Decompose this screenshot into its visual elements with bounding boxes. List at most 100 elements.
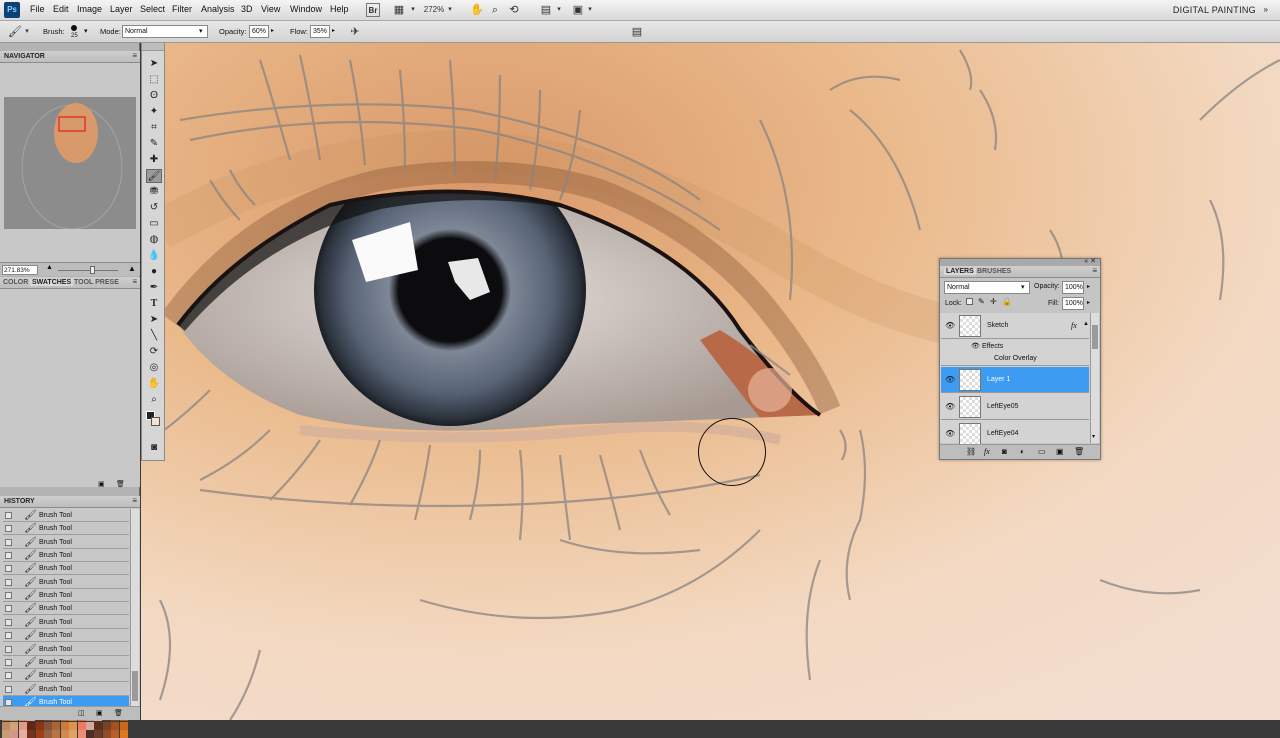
swatch[interactable] (52, 730, 61, 738)
hand-icon[interactable]: ✋ (470, 3, 484, 17)
eye-icon[interactable]: 👁 (945, 375, 955, 384)
snapshot-checkbox[interactable] (5, 512, 12, 519)
tab-layers[interactable]: LAYERS (944, 268, 976, 275)
layer-row-lefteye05[interactable]: 👁 LeftEye05 (941, 394, 1089, 420)
swatch[interactable] (111, 721, 120, 730)
swatch[interactable] (119, 721, 128, 730)
swatch[interactable] (102, 721, 111, 730)
history-item[interactable]: 🖌 Brush Tool (3, 549, 129, 562)
scrollbar-thumb[interactable] (1092, 325, 1098, 349)
new-swatch-icon[interactable]: ▣ (98, 480, 105, 488)
chevron-right-icon[interactable]: ▸ (332, 27, 335, 34)
swatch[interactable] (2, 721, 10, 730)
history-item[interactable]: 🖌 Brush Tool (3, 509, 129, 522)
workspace-switcher[interactable]: DIGITAL PAINTING (1173, 5, 1256, 15)
mode-select[interactable]: Normal (122, 25, 208, 38)
lock-pixels-icon[interactable]: ✎ (978, 297, 985, 306)
line-tool-icon[interactable]: ╲ (146, 329, 162, 343)
new-layer-icon[interactable]: ▣ (1056, 447, 1064, 456)
history-item[interactable]: 🖌 Brush Tool (3, 643, 129, 656)
eye-icon[interactable]: 👁 (945, 402, 955, 411)
snapshot-checkbox[interactable] (5, 539, 12, 546)
eye-icon[interactable]: 👁 (945, 429, 955, 438)
eye-icon[interactable]: 👁 (945, 321, 955, 330)
history-item[interactable]: 🖌 Brush Tool (3, 696, 129, 706)
panel-menu-icon[interactable]: ≡ (132, 496, 137, 505)
snapshot-checkbox[interactable] (5, 646, 12, 653)
clone-stamp-tool-icon[interactable]: ⛃ (146, 185, 162, 199)
swatch[interactable] (10, 721, 19, 730)
blend-mode-select[interactable]: Normal (944, 281, 1030, 294)
navigator-zoom-field[interactable]: 271.83% (2, 265, 38, 275)
color-overlay-row[interactable]: Color Overlay (941, 353, 1089, 366)
chevron-right-icon[interactable]: ▸ (271, 27, 274, 34)
swatch[interactable] (69, 730, 78, 738)
layer-row-sketch[interactable]: 👁 Sketch fx ▲ (941, 313, 1089, 339)
opacity-field[interactable]: 60% (249, 25, 269, 38)
history-item[interactable]: 🖌 Brush Tool (3, 576, 129, 589)
brush-panel-icon[interactable]: ▤ (630, 25, 644, 39)
history-item[interactable]: 🖌 Brush Tool (3, 522, 129, 535)
history-item[interactable]: 🖌 Brush Tool (3, 629, 129, 642)
swatch[interactable] (119, 730, 128, 738)
fill-field[interactable]: 100% (1062, 297, 1084, 310)
blur-tool-icon[interactable]: 💧 (146, 249, 162, 263)
layer-row-layer-1[interactable]: 👁 Layer 1 (941, 367, 1089, 393)
brush-preview[interactable] (71, 25, 77, 31)
swatch[interactable] (44, 721, 52, 730)
swatch[interactable] (86, 730, 94, 738)
chevron-right-icon[interactable]: ▸ (1087, 283, 1090, 290)
menu-image[interactable]: Image (77, 4, 102, 14)
collapse-icon[interactable]: « ✕ (1084, 257, 1096, 265)
navigator-preview[interactable] (4, 97, 136, 229)
chevron-down-icon[interactable]: ▾ (1092, 433, 1095, 440)
swatch[interactable] (35, 730, 44, 738)
swatch[interactable] (86, 721, 94, 730)
eraser-tool-icon[interactable]: ▭ (146, 217, 162, 231)
tab-swatches[interactable]: SWATCHES (30, 279, 74, 286)
type-tool-icon[interactable]: T (146, 297, 162, 311)
tools-panel-header[interactable] (142, 43, 164, 51)
scrollbar-thumb[interactable] (132, 671, 138, 701)
swatch[interactable] (77, 721, 86, 730)
pen-tool-icon[interactable]: ✒ (146, 281, 162, 295)
menu-edit[interactable]: Edit (53, 4, 69, 14)
document-canvas[interactable] (141, 43, 1280, 720)
menu-help[interactable]: Help (330, 4, 349, 14)
swatch[interactable] (44, 730, 52, 738)
panel-menu-icon[interactable]: ≡ (132, 277, 137, 286)
history-item[interactable]: 🖌 Brush Tool (3, 616, 129, 629)
chevron-down-icon[interactable]: ▾ (587, 3, 593, 17)
3d-rotate-tool-icon[interactable]: ⟳ (146, 345, 162, 359)
quick-mask-icon[interactable]: ◙ (146, 441, 162, 455)
tab-brushes[interactable]: BRUSHES (977, 268, 1011, 275)
snapshot-checkbox[interactable] (5, 672, 12, 679)
rotate-icon[interactable]: ⟲ (507, 3, 521, 17)
chevron-down-icon[interactable]: ▾ (447, 3, 453, 17)
bridge-icon[interactable]: Br (366, 3, 380, 17)
menu-analysis[interactable]: Analysis (201, 4, 235, 14)
chevron-down-icon[interactable]: ▾ (199, 27, 203, 35)
chevron-down-icon[interactable]: ▾ (1021, 283, 1025, 291)
chevron-up-icon[interactable]: ▲ (1083, 321, 1089, 327)
zoom-slider-handle[interactable] (90, 266, 95, 274)
history-scrollbar[interactable] (130, 509, 139, 706)
dodge-tool-icon[interactable]: ● (146, 265, 162, 279)
zoom-out-icon[interactable]: ▲ (46, 264, 53, 271)
menu-file[interactable]: File (30, 4, 45, 14)
history-item[interactable]: 🖌 Brush Tool (3, 589, 129, 602)
swatch[interactable] (94, 721, 103, 730)
adjustment-icon[interactable]: ◐ (1020, 447, 1025, 456)
lasso-tool-icon[interactable]: ʘ (146, 89, 162, 103)
swatch[interactable] (102, 730, 111, 738)
link-icon[interactable]: ⛓ (966, 447, 976, 456)
screen-mode-icon[interactable]: ▣ (570, 3, 586, 17)
chevron-down-icon[interactable]: ▾ (410, 3, 416, 17)
mask-icon[interactable]: ◙ (1002, 447, 1007, 456)
tab-tool-presets[interactable]: TOOL PRESE (74, 279, 119, 286)
snapshot-icon[interactable]: ◫ (78, 709, 85, 717)
fx-icon[interactable]: fx (984, 447, 990, 456)
zoom-tool-icon[interactable]: ⌕ (146, 393, 162, 407)
folder-icon[interactable]: ▭ (1038, 447, 1046, 456)
3d-orbit-tool-icon[interactable]: ◎ (146, 361, 162, 375)
